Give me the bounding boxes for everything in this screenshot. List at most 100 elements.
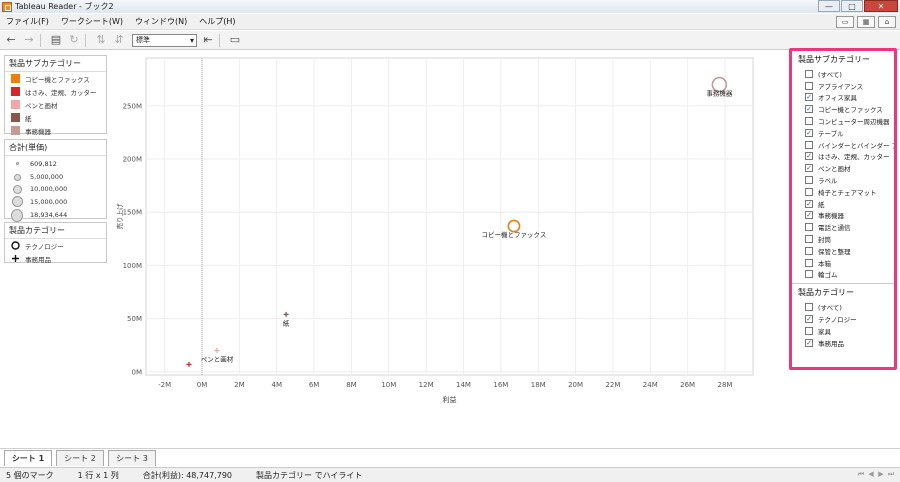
fix-axes-icon[interactable]: ⇤ — [201, 33, 215, 47]
subcategory-filter-item[interactable]: ✓ 事務機器 — [792, 210, 894, 222]
subcategory-filter-item[interactable]: 本箱 — [792, 257, 894, 269]
menu-worksheet[interactable]: ワークシート(W) — [55, 16, 129, 27]
tableau-app-icon — [2, 1, 12, 12]
menu-bar: ファイル(F) ワークシート(W) ウィンドウ(N) ヘルプ(H) ▭ ▦ ⌂ — [0, 14, 900, 30]
subcategory-filter-item[interactable]: ✓ 紙 — [792, 198, 894, 210]
legend-label: 18,934,644 — [30, 211, 68, 219]
subcategory-filter-item[interactable]: バインダーとバインダー ア... — [792, 139, 894, 151]
subcategory-filter-item[interactable]: 椅子とチェアマット — [792, 186, 894, 198]
checkbox[interactable] — [805, 81, 813, 90]
checkbox[interactable]: ✓ — [805, 105, 813, 114]
checkbox[interactable] — [805, 326, 813, 335]
last-sheet-icon[interactable]: ⏭ — [886, 470, 896, 479]
checkbox[interactable]: ✓ — [805, 199, 813, 208]
checkbox[interactable] — [805, 223, 813, 232]
checkbox[interactable] — [805, 176, 813, 185]
maximize-button[interactable]: □ — [841, 0, 863, 12]
checkbox[interactable] — [805, 140, 813, 149]
checkbox[interactable] — [805, 270, 813, 279]
filter-panel: 製品サブカテゴリー (すべて) アプライアンス ✓ オフィス家具 ✓ コピー機とファックス… — [789, 48, 897, 370]
checkbox[interactable]: ✓ — [805, 93, 813, 102]
subcategory-filter-item[interactable]: アプライアンス — [792, 80, 894, 92]
legend-label: 事務機器 — [25, 127, 51, 136]
category-filter-item[interactable]: ✓ テクノロジー — [792, 313, 894, 325]
legend-item[interactable]: 紙 — [5, 111, 106, 124]
next-sheet-icon[interactable]: ▶ — [876, 470, 886, 479]
prev-sheet-icon[interactable]: ◀ — [866, 470, 876, 479]
legend-item[interactable]: テクノロジー — [5, 239, 106, 252]
checkbox[interactable]: ✓ — [805, 152, 813, 161]
back-arrow-icon[interactable]: ← — [4, 33, 18, 47]
filter-item-label: 封筒 — [818, 236, 831, 245]
tabs-view-icon[interactable]: ▭ — [836, 16, 854, 28]
legend-item[interactable]: コピー機とファックス — [5, 72, 106, 85]
menu-window[interactable]: ウィンドウ(N) — [129, 16, 193, 27]
presentation-mode-icon[interactable]: ▭ — [228, 33, 242, 47]
checkbox[interactable]: ✓ — [805, 211, 813, 220]
status-bar: 5 個のマーク 1 行 x 1 列 合計(利益): 48,747,790 製品カ… — [0, 467, 900, 482]
legend-item[interactable]: はさみ、定規、カッター — [5, 85, 106, 98]
legend-label: ペンと画材 — [25, 101, 58, 110]
subcategory-filter-item[interactable]: コンピューター周辺機器 — [792, 115, 894, 127]
x-tick-label: 14M — [456, 381, 471, 389]
minimize-button[interactable]: — — [818, 0, 840, 12]
checkbox[interactable] — [805, 235, 813, 244]
subcategory-filter-item[interactable]: (すべて) — [792, 68, 894, 80]
refresh-icon[interactable]: ↻ — [67, 33, 81, 47]
subcategory-filter-item[interactable]: ✓ オフィス家具 — [792, 92, 894, 104]
checkbox[interactable] — [805, 117, 813, 126]
checkbox[interactable] — [805, 246, 813, 255]
checkbox[interactable]: ✓ — [805, 164, 813, 173]
tab-sheet-2[interactable]: シート 2 — [56, 450, 104, 466]
category-filter-item[interactable]: ✓ 事務用品 — [792, 337, 894, 349]
subcategory-filter-item[interactable]: ✓ ペンと画材 — [792, 162, 894, 174]
subcategory-filter-item[interactable]: ✓ コピー機とファックス — [792, 103, 894, 115]
chart-canvas[interactable]: -2M 0M 2M 4M 6M 8M 10M 12M 14M 16M 18M 20M 22M 24M 26M… — [108, 50, 784, 445]
forward-arrow-icon[interactable]: → — [22, 33, 36, 47]
color-legend: 製品サブカテゴリー コピー機とファックス はさみ、定規、カッター ペンと画材 紙… — [4, 55, 107, 137]
subcategory-filter-item[interactable]: ✓ はさみ、定規、カッター — [792, 151, 894, 163]
subcategory-filter-item[interactable]: ラベル — [792, 174, 894, 186]
checkbox[interactable] — [805, 258, 813, 267]
filter-item-label: (すべて) — [818, 70, 842, 79]
grid-view-icon[interactable]: ▦ — [857, 16, 875, 28]
category-filter-item[interactable]: (すべて) — [792, 301, 894, 313]
legend-item[interactable]: 事務機器 — [5, 124, 106, 137]
data-source-icon[interactable]: ▤ — [49, 33, 63, 47]
subcategory-filter-item[interactable]: 電話と通信 — [792, 221, 894, 233]
home-icon[interactable]: ⌂ — [878, 16, 896, 28]
checkbox[interactable]: ✓ — [805, 128, 813, 137]
menu-help[interactable]: ヘルプ(H) — [193, 16, 241, 27]
legend-item[interactable]: ペンと画材 — [5, 98, 106, 111]
fit-select[interactable]: 標準 — [132, 33, 197, 47]
menu-file[interactable]: ファイル(F) — [0, 16, 55, 27]
sort-ascending-icon[interactable]: ⇅ — [94, 33, 108, 47]
filter-item-label: テクノロジー — [818, 316, 857, 325]
tab-sheet-1[interactable]: シート 1 — [4, 450, 52, 466]
subcategory-filter-item[interactable]: 保管と整理 — [792, 245, 894, 257]
checkbox[interactable] — [805, 69, 813, 78]
category-filter-item[interactable]: 家具 — [792, 325, 894, 337]
subcategory-filter-item[interactable]: ✓ テーブル — [792, 127, 894, 139]
color-swatch — [11, 113, 20, 122]
x-tick-label: 20M — [568, 381, 583, 389]
x-tick-label: 10M — [381, 381, 396, 389]
status-rows-cols: 1 行 x 1 列 — [77, 470, 119, 480]
close-button[interactable]: ✕ — [864, 0, 898, 12]
checkbox[interactable] — [805, 303, 813, 312]
x-tick-label: 6M — [309, 381, 320, 389]
filter-item-label: アプライアンス — [818, 82, 864, 91]
checkbox[interactable]: ✓ — [805, 315, 813, 324]
subcategory-filter-item[interactable]: 封筒 — [792, 233, 894, 245]
checkbox[interactable] — [805, 187, 813, 196]
first-sheet-icon[interactable]: ⏮ — [856, 470, 866, 479]
checkbox[interactable]: ✓ — [805, 338, 813, 347]
subcategory-filter-item[interactable]: 輪ゴム — [792, 269, 894, 281]
sort-descending-icon[interactable]: ⇵ — [112, 33, 126, 47]
category-filter-list: (すべて) ✓ テクノロジー 家具 ✓ 事務用品 — [792, 301, 894, 348]
filter-item-label: 事務機器 — [818, 212, 844, 221]
tab-sheet-3[interactable]: シート 3 — [108, 450, 156, 466]
legend-item[interactable]: 事務用品 — [5, 252, 106, 265]
shape-legend-title: 製品カテゴリー — [5, 223, 106, 239]
x-tick-label: -2M — [158, 381, 171, 389]
